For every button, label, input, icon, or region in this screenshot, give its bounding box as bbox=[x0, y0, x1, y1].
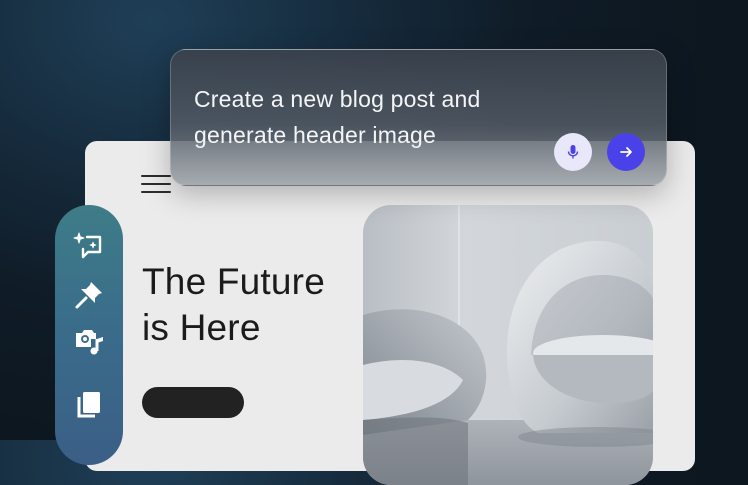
ai-sparkle-icon[interactable] bbox=[73, 230, 105, 262]
hero-chair-image bbox=[363, 205, 653, 485]
prompt-input-text[interactable]: Create a new blog post and generate head… bbox=[194, 81, 544, 153]
send-button[interactable] bbox=[607, 133, 645, 171]
pin-icon[interactable] bbox=[73, 279, 105, 311]
prompt-line-2: generate header image bbox=[194, 122, 437, 148]
media-icon[interactable] bbox=[73, 325, 105, 357]
hero-cta-button[interactable] bbox=[142, 387, 244, 418]
hamburger-menu-icon[interactable] bbox=[141, 175, 171, 197]
copy-icon[interactable] bbox=[73, 388, 105, 420]
ai-prompt-panel[interactable]: Create a new blog post and generate head… bbox=[170, 49, 667, 186]
microphone-icon bbox=[567, 145, 579, 159]
side-toolbar bbox=[55, 205, 123, 465]
hero-title: The Future is Here bbox=[142, 259, 372, 351]
prompt-line-1: Create a new blog post and bbox=[194, 86, 481, 112]
microphone-button[interactable] bbox=[554, 133, 592, 171]
arrow-right-icon bbox=[620, 147, 632, 157]
blog-page-preview: The Future is Here bbox=[85, 141, 695, 485]
hero-title-line-2: is Here bbox=[142, 307, 261, 348]
hero-title-line-1: The Future bbox=[142, 261, 325, 302]
